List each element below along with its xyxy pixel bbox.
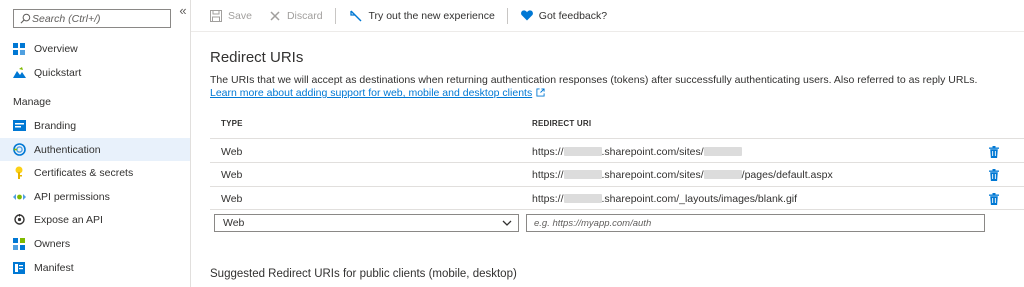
redacted-tenant: [563, 147, 602, 156]
sidebar-item-quickstart[interactable]: Quickstart: [0, 61, 190, 84]
learn-more-link[interactable]: Learn more about adding support for web,…: [210, 87, 545, 99]
sidebar-item-label: Owners: [34, 237, 71, 250]
discard-label: Discard: [286, 9, 323, 22]
close-icon: [268, 9, 282, 23]
redacted-site: [703, 170, 742, 179]
suggested-uris-heading: Suggested Redirect URIs for public clien…: [210, 268, 517, 280]
sidebar-item-branding[interactable]: Branding: [0, 114, 190, 137]
redirect-uri-input[interactable]: [526, 214, 985, 232]
cloud-icon: [12, 213, 26, 227]
sidebar-item-label: Certificates & secrets: [34, 166, 134, 179]
owners-icon: [12, 237, 26, 251]
collapse-sidebar-icon[interactable]: «: [177, 4, 189, 18]
save-button[interactable]: Save: [209, 0, 252, 31]
redirect-type-select[interactable]: Web: [214, 214, 519, 232]
uri-prefix: https://: [532, 169, 564, 181]
sidebar-item-api-permissions[interactable]: API permissions: [0, 185, 190, 208]
external-link-icon: [536, 88, 545, 97]
try-new-experience-label: Try out the new experience: [368, 9, 495, 22]
sidebar-item-expose-an-api[interactable]: Expose an API: [0, 208, 190, 231]
redacted-site: [703, 147, 742, 156]
search-icon: [20, 13, 31, 24]
search-box[interactable]: [13, 9, 171, 28]
delete-row-icon[interactable]: [989, 193, 999, 205]
sidebar-item-owners[interactable]: Owners: [0, 232, 190, 255]
sidebar-item-label: Branding: [34, 119, 77, 132]
key-icon: [12, 166, 26, 180]
uri-prefix: https://: [532, 193, 564, 205]
page-title: Redirect URIs: [210, 49, 304, 66]
sidebar-item-label: Quickstart: [34, 66, 82, 79]
delete-row-icon[interactable]: [989, 146, 999, 158]
heart-icon: [520, 9, 534, 23]
header-divider: [210, 138, 1024, 139]
sidebar-item-label: Manifest: [34, 261, 74, 274]
try-new-experience-button[interactable]: Try out the new experience: [350, 0, 495, 31]
row-redirect-uri: https:// .sharepoint.com/sites/ /pages/def…: [532, 169, 833, 181]
quickstart-icon: [12, 66, 26, 80]
uri-middle: .sharepoint.com/sites/: [601, 169, 704, 181]
save-label: Save: [228, 9, 252, 22]
manifest-icon: [12, 261, 26, 275]
uri-prefix: https://: [532, 146, 564, 158]
sidebar-item-certificates-secrets[interactable]: Certificates & secrets: [0, 161, 190, 184]
redacted-tenant: [563, 194, 602, 203]
toolbar-divider: [334, 7, 336, 24]
save-icon: [209, 9, 223, 23]
api-permissions-icon: [12, 190, 26, 204]
authentication-icon: [12, 143, 26, 157]
command-bar: Save Discard Try out the new experience …: [191, 0, 1024, 32]
row-redirect-uri: https:// .sharepoint.com/sites/: [532, 146, 742, 158]
column-header-type: TYPE: [221, 119, 243, 128]
overview-icon: [12, 42, 26, 56]
chevron-down-icon: [502, 220, 512, 226]
uri-middle: .sharepoint.com/sites/: [601, 146, 704, 158]
feedback-label: Got feedback?: [538, 9, 608, 22]
column-header-redirect-uri: REDIRECT URI: [532, 119, 592, 128]
row-type: Web: [221, 169, 243, 181]
row-divider: [210, 186, 1024, 187]
section-label-manage: Manage: [13, 96, 51, 108]
sidebar-item-manifest[interactable]: Manifest: [0, 256, 190, 279]
sidebar-item-label: Expose an API: [34, 213, 103, 226]
row-type: Web: [221, 193, 243, 205]
toolbar-divider: [506, 7, 508, 24]
uri-suffix: /pages/default.aspx: [741, 169, 833, 181]
main-content: Redirect URIs The URIs that we will acce…: [191, 32, 1024, 287]
branding-icon: [12, 119, 26, 133]
sidebar-item-label: Authentication: [34, 143, 101, 156]
row-divider: [210, 209, 1024, 210]
delete-row-icon[interactable]: [989, 169, 999, 181]
sidebar-item-label: Overview: [34, 42, 78, 55]
sidebar: « Overview Quickstart Manage: [0, 0, 191, 287]
sidebar-item-overview[interactable]: Overview: [0, 37, 190, 60]
row-type: Web: [221, 146, 243, 158]
redirect-description: The URIs that we will accept as destinat…: [210, 74, 978, 86]
arrow-icon: [350, 9, 364, 23]
redacted-tenant: [563, 170, 602, 179]
search-input[interactable]: [32, 10, 168, 27]
uri-middle: .sharepoint.com/_layouts/images/blank.gi…: [601, 193, 798, 205]
discard-button[interactable]: Discard: [268, 0, 323, 31]
row-redirect-uri: https:// .sharepoint.com/_layouts/images/…: [532, 193, 797, 205]
redirect-type-value: Web: [223, 217, 245, 229]
learn-more-label: Learn more about adding support for web,…: [210, 87, 533, 99]
sidebar-item-label: API permissions: [34, 190, 110, 203]
row-divider: [210, 162, 1024, 163]
feedback-button[interactable]: Got feedback?: [520, 0, 607, 31]
sidebar-item-authentication[interactable]: Authentication: [0, 138, 190, 161]
